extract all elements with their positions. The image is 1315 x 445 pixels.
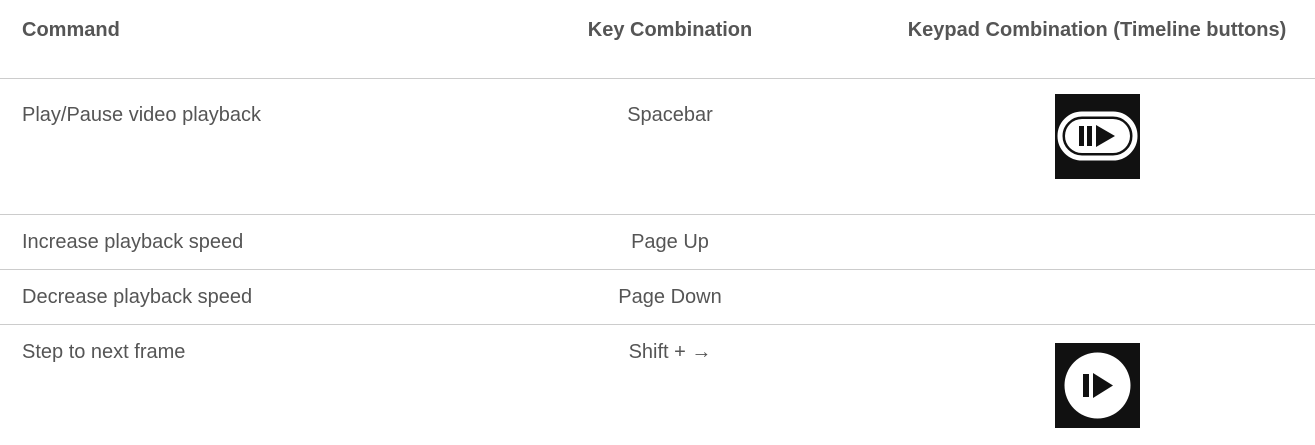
table-row: Play/Pause video playback Spacebar [0, 79, 1315, 214]
table-header-row: Command Key Combination Keypad Combinati… [0, 0, 1315, 78]
command-cell: Increase playback speed [22, 231, 244, 253]
command-cell: Play/Pause video playback [22, 104, 262, 126]
table-row: Decrease playback speed Page Down [0, 270, 1315, 324]
play-pause-icon [1055, 94, 1140, 179]
key-cell: Page Down [618, 286, 722, 308]
table-row: Increase playback speed Page Up [0, 215, 1315, 269]
table-row: Step to next frame Shift + → [0, 325, 1315, 445]
key-cell: Spacebar [627, 104, 713, 126]
step-forward-icon [1055, 343, 1140, 428]
command-cell: Decrease playback speed [22, 286, 253, 308]
header-key-combination: Key Combination [587, 19, 753, 41]
header-keypad-combination: Keypad Combination (Timeline buttons) [907, 19, 1287, 41]
header-command: Command [22, 19, 120, 41]
key-cell: Page Up [631, 231, 709, 253]
command-cell: Step to next frame [22, 341, 186, 363]
key-cell: Shift + → [628, 341, 712, 363]
keyboard-shortcuts-table: Command Key Combination Keypad Combinati… [0, 0, 1315, 445]
